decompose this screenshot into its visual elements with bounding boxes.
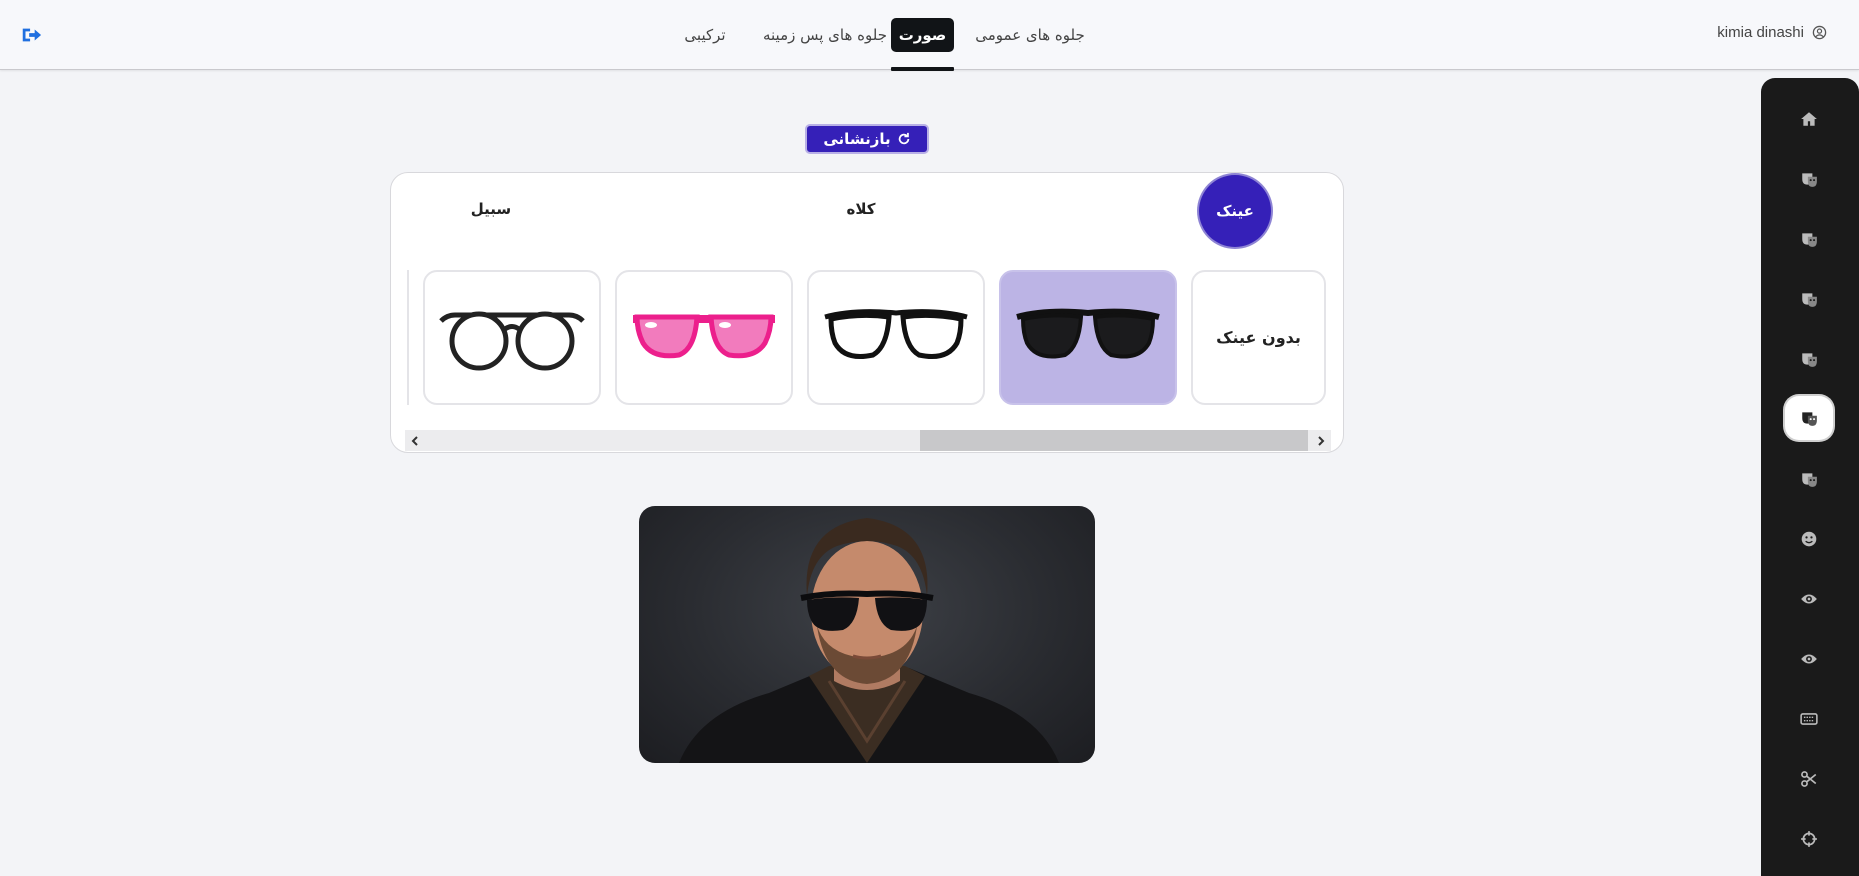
mask-icon [1802,293,1817,307]
top-bar: ترکیبی جلوه های پس زمینه صورت جلوه های ع… [0,0,1859,71]
category-glasses[interactable]: عینک [1199,175,1271,247]
sidebar-item-mask-4[interactable] [1785,337,1833,381]
reset-label: بازنشانی [823,130,891,148]
round-glasses-icon [439,311,585,370]
face-icon [1801,531,1817,547]
active-tab-indicator [891,67,954,71]
home-icon [1801,112,1817,126]
sidebar-item-eye-2[interactable] [1785,637,1833,681]
eye-icon [1801,654,1817,664]
reset-button[interactable]: بازنشانی [805,124,929,154]
glasses-option-none[interactable]: بدون عینک [1191,270,1326,405]
mask-icon [1802,412,1817,426]
no-glasses-label: بدون عینک [1216,328,1301,347]
sidebar-item-keyboard[interactable] [1785,697,1833,741]
tab-face[interactable]: صورت [891,18,954,52]
mask-icon [1802,473,1817,487]
user-menu[interactable]: kimia dinashi [1717,24,1827,41]
horizontal-scrollbar[interactable] [405,430,1331,451]
sidebar-item-scissors[interactable] [1785,757,1833,801]
sidebar-item-mask-2[interactable] [1785,217,1833,261]
main-tabs: ترکیبی جلوه های پس زمینه صورت جلوه های ع… [665,18,1085,70]
tab-general-effects[interactable]: جلوه های عمومی [965,18,1095,52]
tab-combined[interactable]: ترکیبی [675,18,735,52]
glasses-option-round-black[interactable] [423,270,601,405]
category-hat[interactable]: کلاه [831,200,891,218]
glasses-option-pink[interactable] [615,270,793,405]
sidebar-item-face[interactable] [1785,517,1833,561]
right-sidebar [1761,78,1859,876]
sidebar-item-mask-1[interactable] [1785,157,1833,201]
mask-icon [1802,353,1817,367]
accessory-panel: عینک کلاه سبیل بدون عینک [390,172,1344,453]
eye-icon [1801,594,1817,604]
clear-glasses-icon [824,308,968,359]
sidebar-item-mask-3[interactable] [1785,277,1833,321]
tab-background-effects[interactable]: جلوه های پس زمینه [750,18,900,52]
sidebar-item-mask-6[interactable] [1785,457,1833,501]
partial-item [403,270,409,405]
mask-icon [1802,233,1817,247]
scroll-left-arrow-icon[interactable] [405,430,425,451]
crosshair-icon [1801,831,1817,847]
mask-icon [1802,173,1817,187]
glasses-option-black[interactable] [999,270,1177,405]
refresh-icon [898,132,909,145]
portrait-illustration [679,518,1059,763]
glasses-option-clear[interactable] [807,270,985,405]
pink-sunglasses-icon [633,314,775,358]
sidebar-item-crosshair[interactable] [1785,817,1833,861]
keyboard-icon [1800,713,1818,725]
sidebar-item-home[interactable] [1785,97,1833,141]
sidebar-item-eye-1[interactable] [1785,577,1833,621]
scroll-right-arrow-icon[interactable] [1311,430,1331,451]
category-mustache[interactable]: سبیل [461,200,521,218]
logout-icon[interactable] [20,24,42,46]
user-circle-icon [1812,25,1827,40]
sidebar-item-mask-5-active[interactable] [1785,396,1833,440]
scrollbar-thumb[interactable] [920,430,1308,451]
preview-photo [639,506,1095,763]
black-sunglasses-icon [1016,308,1160,358]
scissors-icon [1801,771,1817,787]
user-name: kimia dinashi [1717,24,1804,41]
